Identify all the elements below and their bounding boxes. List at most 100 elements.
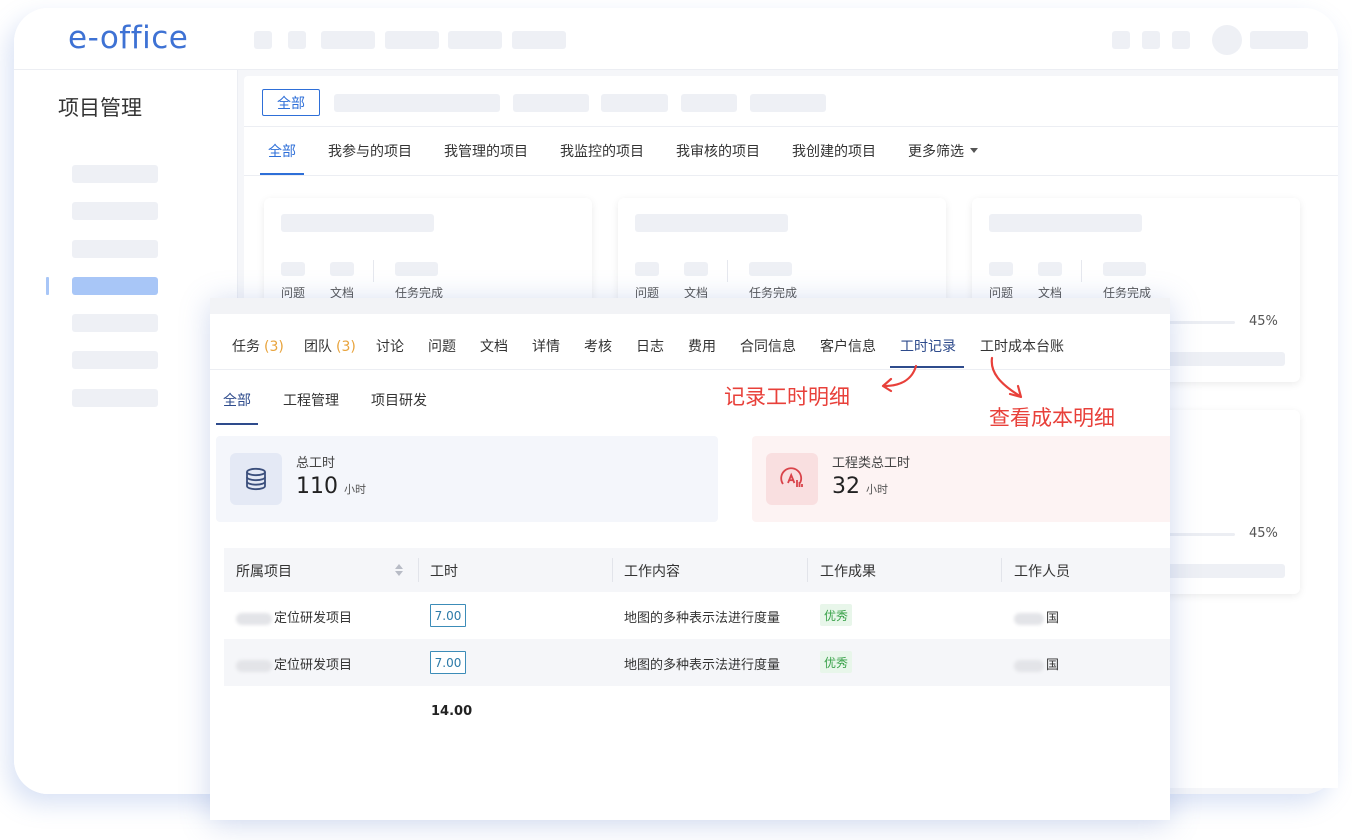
stat-value: 110 小时 [296, 474, 366, 499]
avatar[interactable] [1212, 25, 1242, 55]
engineering-hours-card: 工程类总工时 32 小时 [752, 436, 1170, 522]
nav-placeholder [254, 31, 272, 49]
tab-contract[interactable]: 合同信息 [740, 336, 796, 356]
tab-count: (3) [264, 339, 284, 355]
sidebar-active-marker [46, 277, 49, 295]
filter-placeholder [601, 94, 668, 112]
filter-tab-all[interactable]: 全部 [268, 141, 296, 161]
progress-label: 45% [1249, 526, 1278, 541]
sidebar-item-placeholder[interactable] [72, 165, 158, 183]
stat-value-placeholder [635, 262, 659, 276]
engineering-icon [766, 453, 818, 505]
total-hours-card: 总工时 110 小时 [216, 436, 718, 522]
sidebar-item-placeholder[interactable] [72, 202, 158, 220]
stat-value-placeholder [1038, 262, 1062, 276]
subtab-active-underline [216, 423, 258, 425]
stat-value-placeholder [395, 262, 438, 276]
redacted-text [1014, 612, 1044, 625]
stat-unit: 小时 [866, 483, 888, 496]
sidebar-item-placeholder[interactable] [72, 240, 158, 258]
project-name: 定位研发项目 [274, 658, 353, 673]
nav-placeholder [288, 31, 306, 49]
brand-logo[interactable]: e-office [68, 20, 188, 56]
divider [244, 126, 1338, 127]
stat-label: 总工时 [296, 456, 336, 471]
filter-tab-monitored[interactable]: 我监控的项目 [560, 141, 644, 161]
tab-discussion[interactable]: 讨论 [376, 336, 404, 356]
toolbar-placeholder [1142, 31, 1160, 49]
tab-issues[interactable]: 问题 [428, 336, 456, 356]
tab-docs[interactable]: 文档 [480, 336, 508, 356]
nav-placeholder [448, 31, 502, 49]
subtab-rnd[interactable]: 项目研发 [371, 390, 427, 410]
arrow-icon [881, 364, 918, 393]
stat-value-placeholder [1103, 262, 1146, 276]
column-divider [807, 558, 808, 582]
person-name: 国 [1046, 611, 1060, 626]
project-card[interactable]: 问题 文档 任务完成 [618, 198, 946, 308]
stat-number: 110 [296, 474, 338, 499]
card-title-placeholder [635, 214, 788, 232]
filter-tab-managed[interactable]: 我管理的项目 [444, 141, 528, 161]
column-divider [612, 558, 613, 582]
tab-cost-ledger[interactable]: 工时成本台账 [980, 336, 1064, 356]
panel-header-strip [210, 298, 1170, 314]
stat-value-placeholder [281, 262, 305, 276]
tab-details[interactable]: 详情 [532, 336, 560, 356]
tab-label: 任务 [232, 339, 260, 355]
redacted-text [236, 659, 272, 672]
tab-customer[interactable]: 客户信息 [820, 336, 876, 356]
stat-value-placeholder [684, 262, 708, 276]
tab-team[interactable]: 团队 (3) [304, 336, 356, 356]
stat-value: 32 小时 [832, 474, 888, 499]
project-card[interactable]: 问题 文档 任务完成 [264, 198, 592, 308]
divider [373, 260, 374, 282]
sidebar-item-placeholder[interactable] [72, 389, 158, 407]
column-header-person: 工作人员 [1014, 564, 1070, 580]
column-header-project[interactable]: 所属项目 [236, 561, 292, 581]
filter-tab-more[interactable]: 更多筛选 [908, 141, 978, 161]
sidebar-item-placeholder[interactable] [72, 351, 158, 369]
tab-log[interactable]: 日志 [636, 336, 664, 356]
table-row[interactable]: 定位研发项目 7.00 地图的多种表示法进行度量 优秀 国 [224, 592, 1170, 639]
cell-content: 地图的多种表示法进行度量 [624, 658, 781, 673]
tab-assessment[interactable]: 考核 [584, 336, 612, 356]
nav-placeholder [321, 31, 375, 49]
redacted-text [236, 612, 272, 625]
table-row[interactable]: 定位研发项目 7.00 地图的多种表示法进行度量 优秀 国 [224, 639, 1170, 686]
hours-total: 14.00 [431, 704, 473, 719]
arrow-icon [990, 356, 1023, 399]
nav-placeholder [512, 31, 566, 49]
filter-tab-participated[interactable]: 我参与的项目 [328, 141, 412, 161]
filter-tab-created[interactable]: 我创建的项目 [792, 141, 876, 161]
toolbar-placeholder [1112, 31, 1130, 49]
filter-chip-all[interactable]: 全部 [262, 89, 320, 116]
cell-content: 地图的多种表示法进行度量 [624, 611, 781, 626]
divider [244, 175, 1338, 176]
person-name: 国 [1046, 658, 1060, 673]
cell-person: 国 [1014, 607, 1059, 626]
annotation-view-cost: 查看成本明细 [989, 406, 1115, 430]
sidebar-item-active[interactable] [72, 277, 158, 295]
result-badge: 优秀 [820, 651, 853, 673]
subtab-all[interactable]: 全部 [223, 390, 251, 410]
username-placeholder [1250, 31, 1308, 49]
tab-timesheet[interactable]: 工时记录 [900, 336, 956, 356]
redacted-text [1014, 659, 1044, 672]
stat-number: 32 [832, 474, 860, 499]
sidebar-item-placeholder[interactable] [72, 314, 158, 332]
sidebar-title: 项目管理 [58, 96, 142, 120]
progress-label: 45% [1249, 314, 1278, 329]
filter-placeholder [513, 94, 589, 112]
tab-expenses[interactable]: 费用 [688, 336, 716, 356]
sort-icon[interactable] [394, 562, 404, 578]
subtab-engineering[interactable]: 工程管理 [283, 390, 339, 410]
tab-tasks[interactable]: 任务 (3) [232, 336, 284, 356]
filter-tab-reviewed[interactable]: 我审核的项目 [676, 141, 760, 161]
cell-project: 定位研发项目 [236, 607, 352, 626]
stat-value-placeholder [989, 262, 1013, 276]
cell-hours: 7.00 [430, 651, 466, 674]
stat-value-placeholder [749, 262, 792, 276]
tab-label: 团队 [304, 339, 332, 355]
stat-value-placeholder [330, 262, 354, 276]
